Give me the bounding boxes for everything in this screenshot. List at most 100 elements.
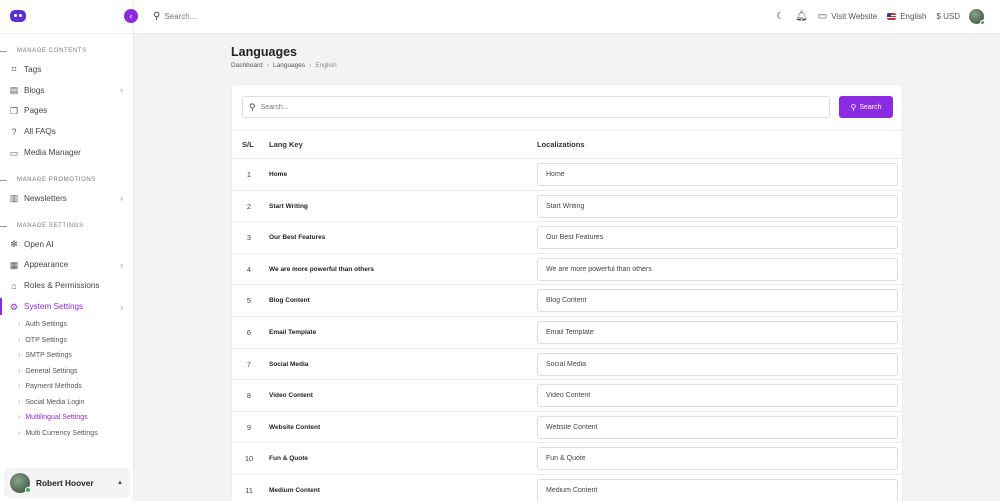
global-search[interactable]: ⚲ Search...: [153, 11, 196, 22]
sidebar-item-label: System Settings: [24, 302, 84, 312]
sidebar-item-tags[interactable]: ⌗ Tags: [0, 59, 133, 80]
submenu-item-smtp-settings[interactable]: › SMTP Settings: [0, 348, 133, 364]
localization-input[interactable]: [537, 384, 898, 408]
sidebar-item-label: Newsletters: [24, 193, 67, 203]
localization-input[interactable]: [537, 321, 898, 344]
currency-selector[interactable]: $ USD: [936, 12, 960, 21]
user-menu[interactable]: Robert Hoover ▲: [4, 468, 130, 498]
localization-input[interactable]: [537, 289, 898, 313]
submenu-item-multi-currency-settings[interactable]: › Multi Currency Settings: [0, 425, 133, 441]
avatar: [10, 473, 31, 493]
search-row: ⚲ ⚲ Search: [242, 96, 893, 120]
gear-icon: ⚙: [9, 301, 19, 312]
moon-icon[interactable]: ☾: [776, 11, 785, 22]
table-row: 3 Our Best Features: [232, 222, 902, 254]
search-field[interactable]: ⚲: [242, 96, 830, 118]
pages-icon: ❐: [9, 105, 19, 116]
breadcrumb-languages[interactable]: Languages: [273, 62, 305, 69]
openai-icon: ✻: [10, 239, 18, 250]
table-row: 10 Fun & Quote: [232, 443, 902, 475]
row-number: 11: [245, 486, 253, 495]
us-flag-icon: [887, 13, 897, 20]
chevron-right-icon: ›: [18, 414, 21, 422]
chevron-right-icon: ›: [120, 301, 123, 312]
row-number: 3: [246, 233, 252, 243]
chevron-right-icon: ›: [18, 429, 21, 437]
page-title: Languages: [231, 45, 297, 59]
user-name: Robert Hoover: [36, 478, 94, 488]
row-number: 2: [246, 201, 252, 211]
lock-icon: ⌂: [11, 280, 17, 291]
sidebar-item-system-settings[interactable]: ⚙ System Settings ›: [0, 296, 133, 317]
row-number: 7: [246, 359, 252, 369]
logo[interactable]: [10, 10, 26, 22]
row-number: 1: [246, 170, 252, 179]
localization-input[interactable]: [537, 257, 898, 281]
online-status-dot: [980, 20, 985, 25]
topbar-actions: ☾ 🔔︎ ▭ Visit Website English $ USD: [766, 9, 985, 25]
row-number: 10: [244, 454, 254, 464]
sidebar-item-open-ai[interactable]: ✻ Open AI: [0, 234, 133, 255]
lang-key: Blog Content: [269, 297, 310, 305]
lang-key: Our Best Features: [269, 234, 326, 242]
search-button[interactable]: ⚲ Search: [839, 96, 893, 118]
question-icon: ?: [11, 126, 17, 137]
lang-key: Home: [269, 171, 288, 178]
search-icon: ⚲: [153, 11, 161, 22]
chevron-right-icon: ›: [120, 193, 123, 204]
localization-input[interactable]: [537, 163, 898, 186]
submenu-item-payment-methods[interactable]: › Payment Methods: [0, 379, 133, 395]
visit-website-label: Visit Website: [831, 12, 878, 21]
file-icon: ▤: [9, 85, 19, 96]
book-icon: ▥: [9, 193, 19, 204]
table-row: 6 Email Template: [232, 317, 902, 349]
row-number: 6: [246, 328, 252, 337]
submenu-item-otp-settings[interactable]: › OTP Settings: [0, 332, 133, 348]
localization-input[interactable]: [537, 194, 898, 218]
localization-input[interactable]: [537, 352, 898, 376]
table-header: S/L Lang Key Localizations: [232, 130, 902, 159]
sidebar-item-roles-permissions[interactable]: ⌂ Roles & Permissions: [0, 275, 133, 296]
submenu-item-general-settings[interactable]: › General Settings: [0, 363, 133, 379]
sidebar-item-appearance[interactable]: ▦ Appearance ›: [0, 255, 133, 276]
section-label-promotions: MANAGE PROMOTIONS: [0, 172, 133, 188]
chevron-right-icon: ›: [18, 383, 21, 391]
breadcrumb-dashboard[interactable]: Dashboard: [231, 62, 263, 69]
sidebar-item-label: Blogs: [24, 85, 45, 95]
chevron-right-icon: ›: [18, 321, 21, 329]
submenu-item-label: OTP Settings: [25, 336, 67, 344]
sidebar-header: [0, 0, 133, 34]
sidebar-item-faqs[interactable]: ? All FAQs: [0, 121, 133, 142]
sidebar-item-media-manager[interactable]: ▭ Media Manager: [0, 142, 133, 163]
chevron-right-icon: ›: [18, 352, 21, 360]
lang-key: Website Content: [269, 423, 321, 431]
sidebar-item-blogs[interactable]: ▤ Blogs ›: [0, 80, 133, 101]
lang-key: We are more powerful than others: [269, 265, 374, 273]
chevron-right-icon: ›: [120, 259, 123, 270]
visit-website-link[interactable]: ▭ Visit Website: [818, 11, 877, 22]
topbar-avatar[interactable]: [969, 9, 985, 25]
submenu-item-label: Social Media Login: [25, 398, 85, 406]
localization-input[interactable]: [537, 415, 898, 439]
submenu-item-label: Multi Currency Settings: [25, 429, 98, 437]
sidebar-item-newsletters[interactable]: ▥ Newsletters ›: [0, 188, 133, 209]
localization-input[interactable]: [537, 479, 898, 501]
localization-input[interactable]: [537, 226, 898, 250]
language-selector[interactable]: English: [887, 12, 926, 21]
submenu-item-social-media-login[interactable]: › Social Media Login: [0, 394, 133, 410]
column-header-lang-key: Lang Key: [269, 140, 303, 149]
table-row: 2 Start Writing: [232, 191, 902, 223]
localization-input[interactable]: [537, 447, 898, 471]
search-input[interactable]: [260, 103, 801, 111]
bell-icon[interactable]: 🔔︎: [795, 11, 808, 22]
submenu-item-multilingual-settings[interactable]: › Multilingual Settings: [0, 410, 133, 426]
sidebar-item-label: Appearance: [24, 260, 69, 270]
global-search-placeholder: Search...: [164, 12, 197, 21]
row-number: 8: [246, 391, 252, 401]
sidebar-item-pages[interactable]: ❐ Pages: [0, 101, 133, 122]
caret-up-icon: ▲: [117, 480, 123, 486]
column-header-sl: S/L: [242, 140, 254, 149]
submenu-item-auth-settings[interactable]: › Auth Settings: [0, 317, 133, 333]
folder-icon: ▭: [9, 147, 19, 158]
collapse-sidebar-button[interactable]: ‹: [124, 9, 138, 23]
